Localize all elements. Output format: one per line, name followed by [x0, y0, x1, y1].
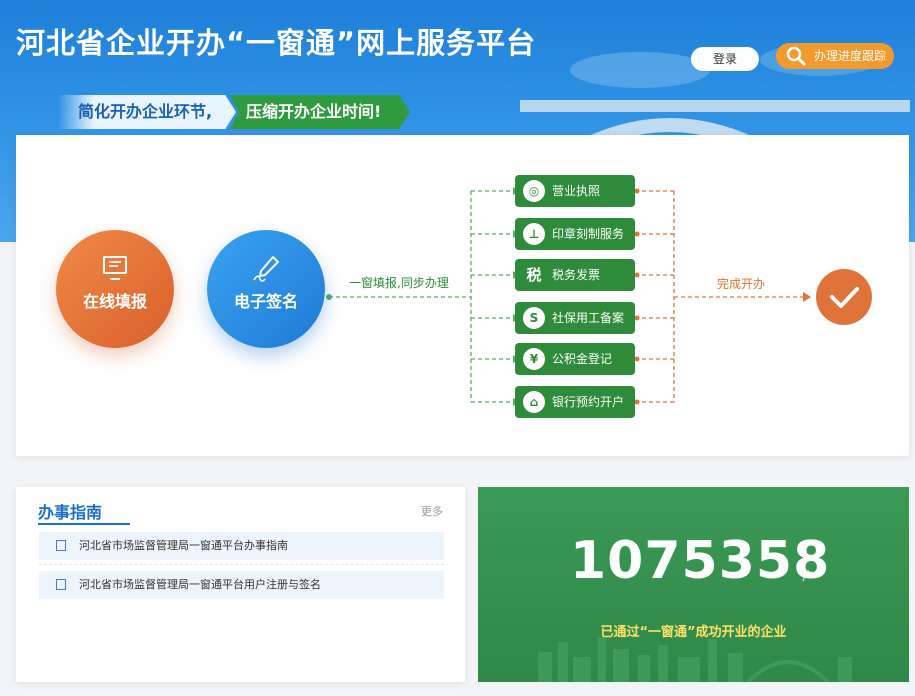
- checkmark-icon: [830, 287, 859, 308]
- service-label: 税务发票: [552, 268, 601, 282]
- document-icon: [56, 540, 66, 551]
- service-label: 公积金登记: [552, 352, 613, 366]
- license-icon: ◎: [523, 180, 545, 202]
- service-business-license[interactable]: ◎ 营业执照: [515, 175, 635, 207]
- bank-icon: ⌂: [523, 391, 545, 413]
- service-label: 银行预约开户: [552, 395, 625, 409]
- monitor-icon: [103, 256, 127, 280]
- e-signature-label: 电子签名: [233, 292, 298, 311]
- guide-item[interactable]: 河北省市场监督管理局一窗通平台办事指南: [39, 532, 444, 560]
- service-bank-account[interactable]: ⌂ 银行预约开户: [515, 386, 635, 418]
- process-flow-card: 在线填报 电子签名 一窗填报,同步办理 ◎ 营业执照 ⊥ 印章刻制服务 税 税务…: [16, 135, 909, 456]
- slogan: 简化开办企业环节, 压缩开办企业时间!: [58, 95, 410, 129]
- complete-badge: [816, 269, 872, 325]
- tax-icon: 税: [526, 266, 542, 284]
- pen-icon: [253, 256, 279, 282]
- service-social-security[interactable]: S 社保用工备案: [515, 302, 635, 334]
- service-housing-fund[interactable]: ¥ 公积金登记: [515, 343, 635, 375]
- service-label: 印章刻制服务: [552, 227, 625, 241]
- e-signature-step[interactable]: 电子签名: [207, 230, 325, 348]
- guide-item-label: 河北省市场监督管理局一窗通平台用户注册与签名: [79, 578, 321, 591]
- guide-title: 办事指南: [38, 503, 103, 522]
- online-fill-label: 在线填报: [82, 292, 147, 311]
- service-label: 营业执照: [552, 184, 601, 198]
- service-label: 社保用工备案: [552, 311, 625, 325]
- stats-panel: 1075358 户 已通过“一窗通”成功开业的企业: [478, 487, 909, 682]
- housing-fund-icon: ¥: [523, 348, 545, 370]
- sync-label: 一窗填报,同步办理: [349, 276, 449, 290]
- document-icon: [56, 579, 66, 590]
- social-security-icon: S: [523, 307, 545, 329]
- slogan-part2: 压缩开办企业时间!: [230, 95, 410, 129]
- search-icon: [786, 46, 806, 66]
- track-progress-button[interactable]: 办理进度跟踪: [776, 43, 894, 69]
- seal-icon: ⊥: [523, 223, 545, 245]
- guide-title-underline: [38, 523, 130, 525]
- guide-panel: 办事指南 更多 河北省市场监督管理局一窗通平台办事指南 河北省市场监督管理局一窗…: [16, 487, 465, 682]
- online-fill-step[interactable]: 在线填报: [56, 230, 174, 348]
- divider: [39, 564, 444, 565]
- business-count: 1075358: [570, 531, 831, 591]
- page-title: 河北省企业开办“一窗通”网上服务平台: [16, 26, 537, 60]
- guide-item[interactable]: 河北省市场监督管理局一窗通平台用户注册与签名: [39, 571, 444, 599]
- login-button[interactable]: 登录: [691, 47, 759, 71]
- guide-item-label: 河北省市场监督管理局一窗通平台办事指南: [79, 539, 288, 552]
- service-seal-engraving[interactable]: ⊥ 印章刻制服务: [515, 218, 635, 250]
- done-label: 完成开办: [717, 277, 766, 291]
- business-count-unit: 户: [802, 569, 815, 583]
- stats-caption: 已通过“一窗通”成功开业的企业: [600, 625, 787, 640]
- slogan-part1: 简化开办企业环节,: [58, 95, 236, 129]
- service-tax-invoice[interactable]: 税 税务发票: [515, 259, 635, 291]
- track-progress-label: 办理进度跟踪: [814, 49, 887, 63]
- more-link[interactable]: 更多: [421, 503, 443, 519]
